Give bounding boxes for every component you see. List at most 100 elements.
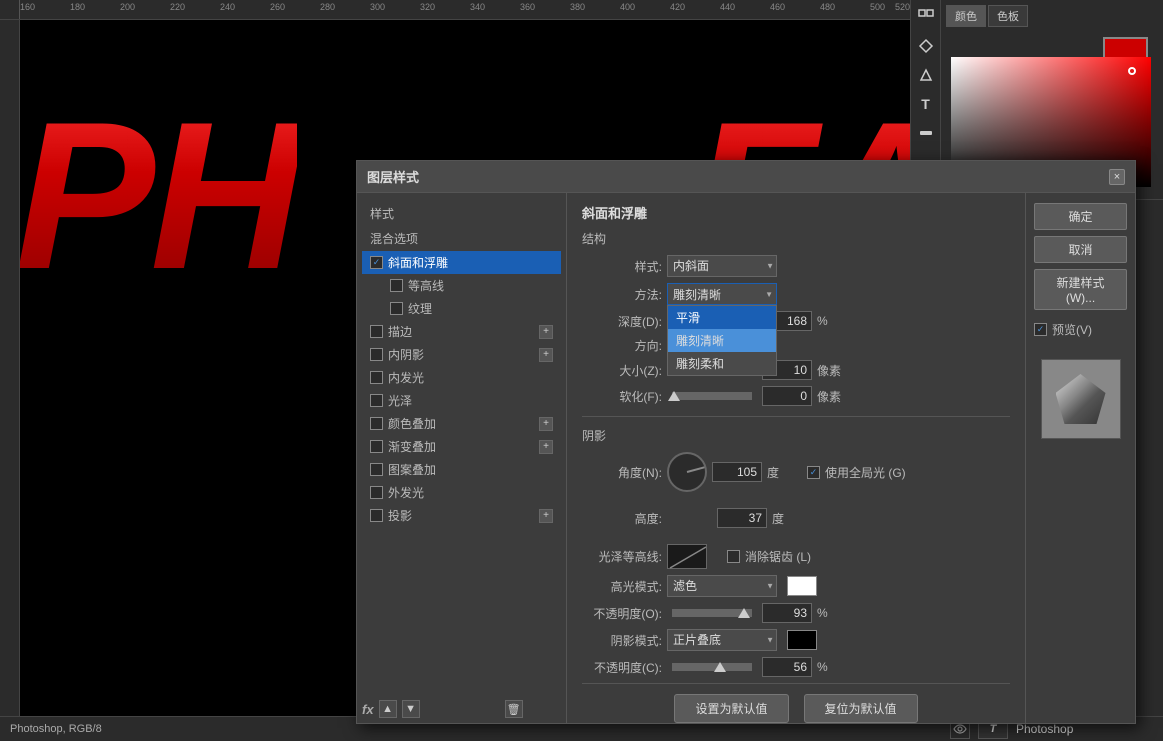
highlight-color-swatch[interactable]	[787, 576, 817, 596]
highlight-opacity-input[interactable]	[762, 603, 812, 623]
preview-checkbox[interactable]	[1034, 323, 1047, 336]
angle-line	[687, 466, 705, 473]
bevel-label: 斜面和浮雕	[388, 254, 448, 271]
style-item-stroke[interactable]: 描边 +	[362, 320, 561, 343]
tool-icon-1[interactable]	[914, 5, 938, 29]
dialog-title: 图层样式	[367, 167, 419, 186]
highlight-mode-select[interactable]: 滤色 正常	[667, 575, 777, 597]
style-item-outer-glow[interactable]: 外发光	[362, 481, 561, 504]
reset-default-button[interactable]: 复位为默认值	[804, 694, 918, 723]
angle-control[interactable]	[667, 452, 707, 492]
pattern-overlay-checkbox[interactable]	[370, 463, 383, 476]
style-item-inner-glow[interactable]: 内发光	[362, 366, 561, 389]
highlight-opacity-slider[interactable]	[672, 609, 752, 617]
angle-field-label: 角度(N):	[582, 464, 662, 481]
bevel-checkbox[interactable]	[370, 256, 383, 269]
bottom-buttons-row: 设置为默认值 复位为默认值	[582, 683, 1010, 733]
ruler-vertical	[0, 20, 20, 740]
highlight-opacity-thumb	[738, 608, 750, 618]
status-text: Photoshop, RGB/8	[10, 723, 102, 735]
tool-icon-2[interactable]	[914, 34, 938, 58]
color-overlay-plus-btn[interactable]: +	[539, 417, 553, 431]
stroke-checkbox[interactable]	[370, 325, 383, 338]
tool-icon-5[interactable]	[914, 121, 938, 145]
style-item-contour[interactable]: 等高线	[382, 274, 561, 297]
soften-input[interactable]	[762, 386, 812, 406]
form-row-gloss-contour: 光泽等高线: 消除锯齿 (L)	[582, 544, 1010, 569]
add-style-btn[interactable]: ▲	[379, 700, 397, 718]
style-select[interactable]: 内斜面 外斜面 浮雕效果 枕状浮雕 描边浮雕	[667, 255, 777, 277]
contour-preview[interactable]	[667, 544, 707, 569]
soften-slider-thumb	[668, 391, 680, 401]
close-button[interactable]: ×	[1109, 169, 1125, 185]
global-light-checkbox[interactable]	[807, 466, 820, 479]
style-item-texture[interactable]: 纹理	[382, 297, 561, 320]
style-item-pattern-overlay[interactable]: 图案叠加	[362, 458, 561, 481]
down-style-btn[interactable]: ▼	[402, 700, 420, 718]
dialog-title-bar: 图层样式 ×	[357, 161, 1135, 193]
style-item-inner-shadow[interactable]: 内阴影 +	[362, 343, 561, 366]
drop-shadow-plus-btn[interactable]: +	[539, 509, 553, 523]
style-item-blend[interactable]: 混合选项	[362, 226, 561, 251]
pattern-overlay-label: 图案叠加	[388, 461, 436, 478]
method-select-display[interactable]: 雕刻清晰 ▼	[667, 283, 777, 305]
shadow-opacity-slider[interactable]	[672, 663, 752, 671]
satin-checkbox[interactable]	[370, 394, 383, 407]
ok-button[interactable]: 确定	[1034, 203, 1127, 230]
form-row-altitude: 高度: 度	[582, 498, 1010, 538]
style-field-label: 样式:	[582, 258, 662, 275]
preview-label: 预览(V)	[1052, 321, 1092, 338]
style-item-color-overlay[interactable]: 颜色叠加 +	[362, 412, 561, 435]
style-item-drop-shadow[interactable]: 投影 +	[362, 504, 561, 527]
main-content-panel: 斜面和浮雕 结构 样式: 内斜面 外斜面 浮雕效果 枕状浮雕 描边浮雕 方法:	[567, 193, 1025, 723]
form-row-method: 方法: 雕刻清晰 ▼ 平滑 雕刻清晰 雕刻柔和	[582, 283, 1010, 305]
form-row-highlight-mode: 高光模式: 滤色 正常	[582, 575, 1010, 597]
gradient-overlay-checkbox[interactable]	[370, 440, 383, 453]
inner-shadow-plus-btn[interactable]: +	[539, 348, 553, 362]
depth-unit: %	[817, 314, 842, 328]
shadow-opacity-input[interactable]	[762, 657, 812, 677]
gradient-overlay-plus-btn[interactable]: +	[539, 440, 553, 454]
new-style-button[interactable]: 新建样式(W)...	[1034, 269, 1127, 310]
dropdown-item-carve-sharp[interactable]: 雕刻清晰	[668, 329, 776, 352]
tab-swatches[interactable]: 色板	[988, 5, 1028, 27]
altitude-unit: 度	[772, 510, 797, 527]
style-item-satin[interactable]: 光泽	[362, 389, 561, 412]
soften-slider[interactable]	[672, 392, 752, 400]
inner-glow-checkbox[interactable]	[370, 371, 383, 384]
texture-checkbox[interactable]	[390, 302, 403, 315]
style-item-gradient-overlay[interactable]: 渐变叠加 +	[362, 435, 561, 458]
delete-style-btn[interactable]: 🗑	[505, 700, 523, 718]
form-row-depth: 深度(D): %	[582, 311, 1010, 331]
tab-color[interactable]: 颜色	[946, 5, 986, 27]
altitude-spacer	[667, 498, 707, 538]
texture-label: 纹理	[408, 300, 432, 317]
shadow-mode-label: 阴影模式:	[582, 632, 662, 649]
style-item-style[interactable]: 样式	[362, 201, 561, 226]
tool-icon-3[interactable]	[914, 63, 938, 87]
style-item-bevel[interactable]: 斜面和浮雕	[362, 251, 561, 274]
form-row-shadow-mode: 阴影模式: 正片叠底 正常	[582, 629, 1010, 651]
shadow-color-swatch[interactable]	[787, 630, 817, 650]
color-overlay-checkbox[interactable]	[370, 417, 383, 430]
altitude-input[interactable]	[717, 508, 767, 528]
drop-shadow-checkbox[interactable]	[370, 509, 383, 522]
stroke-plus-btn[interactable]: +	[539, 325, 553, 339]
angle-input[interactable]	[712, 462, 762, 482]
antialias-checkbox[interactable]	[727, 550, 740, 563]
set-default-button[interactable]: 设置为默认值	[674, 694, 788, 723]
depth-field-label: 深度(D):	[582, 313, 662, 330]
shadow-opacity-unit: %	[817, 660, 842, 674]
form-row-shadow-opacity: 不透明度(C): %	[582, 657, 1010, 677]
global-light-row: 使用全局光 (G)	[807, 464, 906, 481]
cancel-button[interactable]: 取消	[1034, 236, 1127, 263]
outer-glow-checkbox[interactable]	[370, 486, 383, 499]
dropdown-item-carve-soft[interactable]: 雕刻柔和	[668, 352, 776, 375]
style-select-wrapper: 内斜面 外斜面 浮雕效果 枕状浮雕 描边浮雕	[667, 255, 777, 277]
gradient-overlay-label: 渐变叠加	[388, 438, 436, 455]
tool-icon-text[interactable]: T	[914, 92, 938, 116]
shadow-mode-select[interactable]: 正片叠底 正常	[667, 629, 777, 651]
dropdown-item-smooth[interactable]: 平滑	[668, 306, 776, 329]
inner-shadow-checkbox[interactable]	[370, 348, 383, 361]
contour-checkbox[interactable]	[390, 279, 403, 292]
